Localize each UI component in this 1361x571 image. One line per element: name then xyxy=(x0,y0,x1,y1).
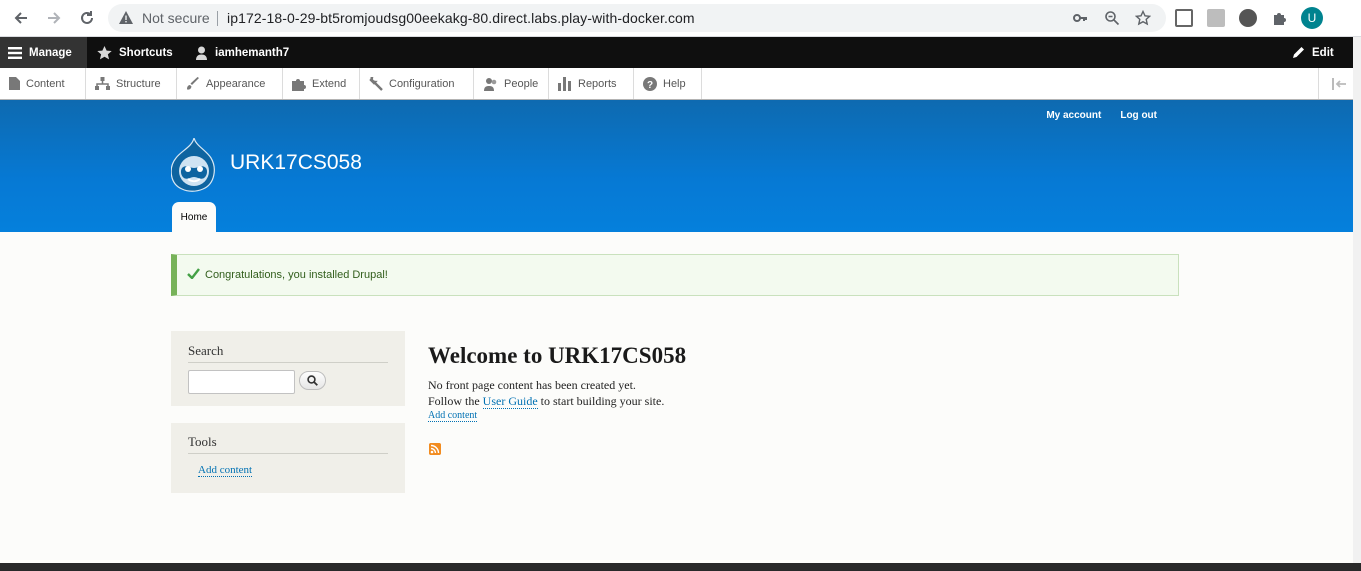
sitemap-icon xyxy=(95,77,110,90)
search-icon xyxy=(307,375,318,386)
log-out-link[interactable]: Log out xyxy=(1120,110,1157,121)
toolbar-manage[interactable]: Manage xyxy=(0,37,87,68)
forward-button[interactable] xyxy=(42,6,66,30)
status-message: Congratulations, you installed Drupal! xyxy=(171,254,1179,296)
star-icon xyxy=(97,45,112,59)
security-status[interactable]: Not secure xyxy=(142,10,210,26)
paintbrush-icon xyxy=(187,76,199,90)
svg-text:?: ? xyxy=(647,80,653,91)
profile-avatar[interactable]: U xyxy=(1301,7,1323,29)
wrench-icon xyxy=(369,76,383,91)
qr-extension-icon[interactable] xyxy=(1175,9,1193,27)
site-name[interactable]: URK17CS058 xyxy=(230,151,362,175)
tab-home[interactable]: Home xyxy=(172,202,216,232)
page-title: Welcome to URK17CS058 xyxy=(428,343,687,368)
pencil-icon xyxy=(1293,47,1304,58)
search-block: Search xyxy=(171,331,405,406)
search-input[interactable] xyxy=(188,370,295,394)
tray-item-appearance[interactable]: Appearance xyxy=(177,68,283,99)
bar-chart-icon xyxy=(558,76,571,91)
drupal-logo-icon[interactable] xyxy=(171,138,217,192)
user-guide-link[interactable]: User Guide xyxy=(482,394,538,409)
site-header: My account Log out URK17CS058 Home xyxy=(0,100,1361,232)
key-icon[interactable] xyxy=(1072,10,1088,26)
toolbar-manage-label: Manage xyxy=(29,46,72,59)
warning-icon xyxy=(119,11,133,24)
tools-block-title: Tools xyxy=(188,434,217,449)
tray-item-label: People xyxy=(504,77,539,90)
follow-guide-prefix: Follow the xyxy=(428,394,480,408)
tray-item-help[interactable]: ? Help xyxy=(634,68,702,99)
tray-item-label: Reports xyxy=(578,77,617,90)
checkmark-icon xyxy=(187,268,200,279)
people-icon xyxy=(484,77,497,91)
tools-block-divider xyxy=(188,453,388,454)
reload-button[interactable] xyxy=(75,6,99,30)
tray-item-label: Help xyxy=(663,77,686,90)
address-bar[interactable]: Not secure ip172-18-0-29-bt5romjoudsg00e… xyxy=(108,4,1166,32)
tools-add-content-link[interactable]: Add content xyxy=(198,464,253,477)
tray-item-configuration[interactable]: Configuration xyxy=(360,68,474,99)
page-scrollbar[interactable] xyxy=(1353,37,1361,563)
user-icon xyxy=(196,46,207,60)
main-add-content-link[interactable]: Add content xyxy=(428,410,478,422)
hamburger-icon xyxy=(8,46,22,59)
puzzle-extensions-icon[interactable] xyxy=(1271,9,1289,27)
status-message-text: Congratulations, you installed Drupal! xyxy=(205,269,388,281)
follow-guide-suffix: to start building your site. xyxy=(540,394,665,408)
toolbar-edit[interactable]: Edit xyxy=(1284,37,1342,68)
url-text[interactable]: ip172-18-0-29-bt5romjoudsg00eekakg-80.di… xyxy=(227,10,695,26)
tray-item-structure[interactable]: Structure xyxy=(86,68,177,99)
file-icon xyxy=(9,77,20,90)
rss-feed-icon[interactable] xyxy=(429,443,441,455)
collapse-icon xyxy=(1332,77,1346,90)
reader-extension-icon[interactable] xyxy=(1207,9,1225,27)
tray-item-label: Appearance xyxy=(206,77,266,90)
browser-toolbar: Not secure ip172-18-0-29-bt5romjoudsg00e… xyxy=(0,0,1361,37)
admin-toolbar: Manage Shortcuts iamhemanth7 Edit xyxy=(0,37,1361,68)
tray-item-label: Content xyxy=(26,77,65,90)
back-arrow-icon xyxy=(14,12,27,24)
search-button[interactable] xyxy=(299,371,326,390)
tray-item-reports[interactable]: Reports xyxy=(549,68,634,99)
toolbar-shortcuts[interactable]: Shortcuts xyxy=(89,37,181,68)
tray-item-label: Structure xyxy=(116,77,161,90)
zoom-icon[interactable] xyxy=(1104,10,1120,26)
puzzle-icon xyxy=(292,78,306,91)
tools-block: Tools Add content xyxy=(171,423,405,493)
tray-item-extend[interactable]: Extend xyxy=(283,68,360,99)
w-extension-icon[interactable] xyxy=(1239,9,1257,27)
toolbar-user[interactable]: iamhemanth7 xyxy=(187,37,297,68)
toolbar-user-label: iamhemanth7 xyxy=(215,46,290,59)
my-account-link[interactable]: My account xyxy=(1046,110,1101,121)
tray-item-people[interactable]: People xyxy=(474,68,549,99)
tray-item-label: Extend xyxy=(312,77,347,90)
omnibox-divider xyxy=(217,11,218,26)
forward-arrow-icon xyxy=(48,12,61,24)
tray-item-label: Configuration xyxy=(389,77,455,90)
toolbar-edit-label: Edit xyxy=(1312,46,1334,59)
toolbar-shortcuts-label: Shortcuts xyxy=(119,46,173,59)
no-content-text: No front page content has been created y… xyxy=(428,378,636,392)
star-icon[interactable] xyxy=(1135,10,1151,26)
search-block-title: Search xyxy=(188,343,224,358)
admin-tray: Content Structure Appearance Extend Conf… xyxy=(0,68,1361,100)
help-icon: ? xyxy=(643,76,657,91)
reload-icon xyxy=(81,11,93,24)
search-block-divider xyxy=(188,362,388,363)
back-button[interactable] xyxy=(9,6,33,30)
follow-guide-text: Follow the User Guide to start building … xyxy=(428,394,664,409)
tray-item-content[interactable]: Content xyxy=(0,68,86,99)
site-footer xyxy=(0,563,1361,571)
secondary-menu: My account Log out xyxy=(1046,110,1157,121)
